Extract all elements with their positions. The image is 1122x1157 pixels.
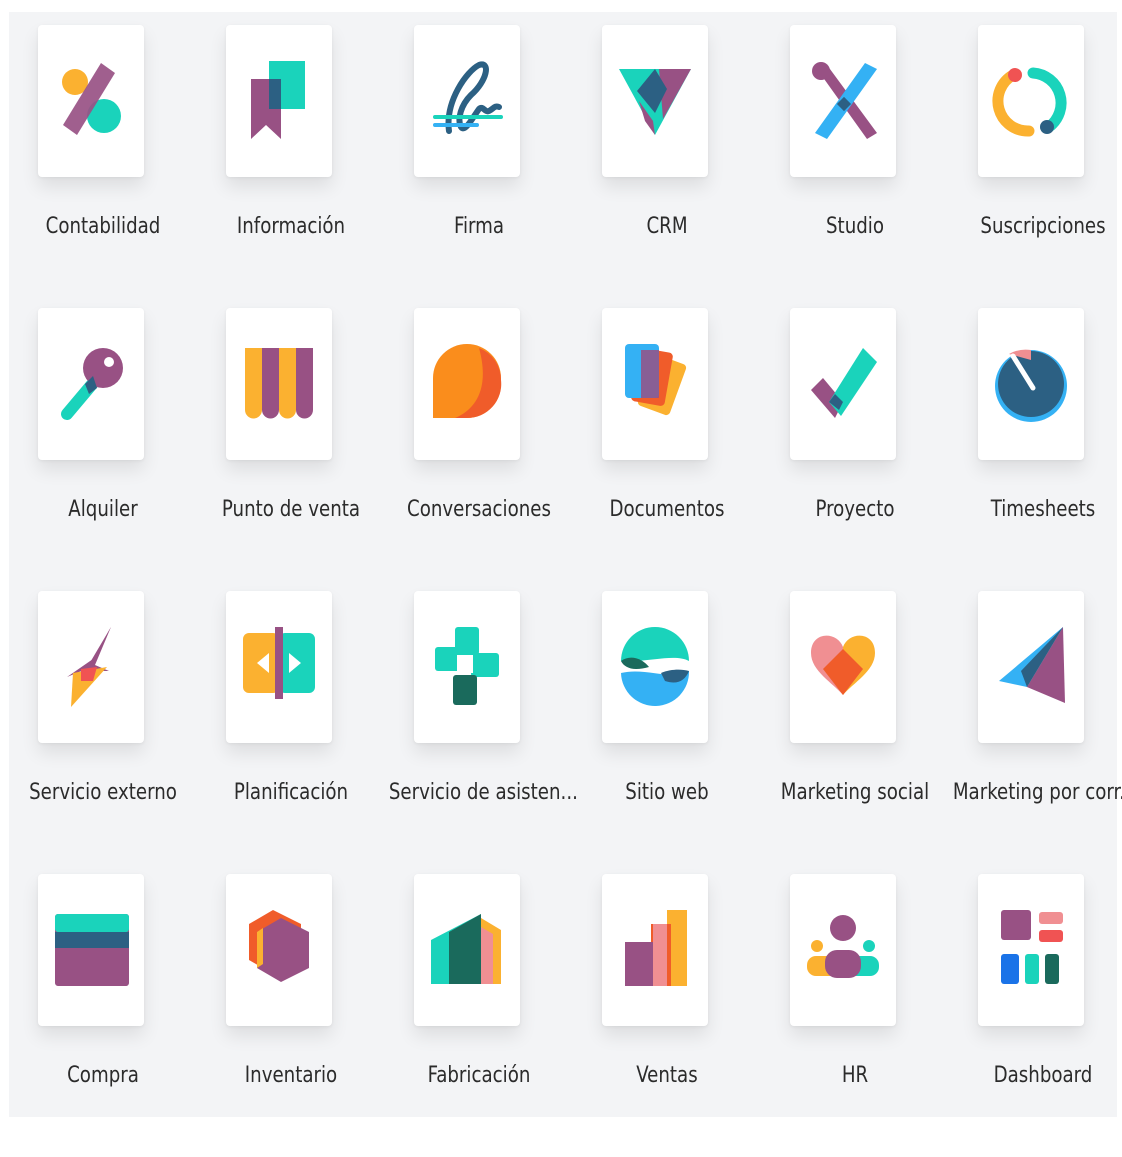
app-fabricacion[interactable]: Fabricación (385, 874, 573, 1157)
app-marketing-por-correo[interactable]: Marketing por corr... (949, 591, 1122, 874)
manufacturing-icon (431, 914, 501, 984)
app-contabilidad[interactable]: Contabilidad (9, 25, 197, 308)
app-label: Sitio web (625, 780, 709, 805)
app-tile[interactable] (38, 874, 144, 1026)
app-label: HR (841, 1063, 869, 1088)
app-label: Marketing por corr... (952, 780, 1122, 805)
app-tile[interactable] (38, 591, 144, 743)
app-label: Servicio externo (29, 780, 177, 805)
app-crm[interactable]: CRM (573, 25, 761, 308)
inventory-icon (249, 910, 309, 982)
app-tile[interactable] (38, 25, 144, 177)
app-conversaciones[interactable]: Conversaciones (385, 308, 573, 591)
app-label: Proyecto (815, 497, 895, 522)
app-label: Suscripciones (980, 214, 1106, 239)
app-tile[interactable] (414, 308, 520, 460)
app-label: Servicio de asisten... (388, 780, 578, 805)
app-tile[interactable] (414, 591, 520, 743)
app-label: Timesheets (990, 497, 1096, 522)
app-marketing-social[interactable]: Marketing social (761, 591, 949, 874)
field-service-icon (67, 627, 111, 707)
project-icon (811, 348, 877, 418)
app-label: Contabilidad (45, 214, 161, 239)
app-tile[interactable] (602, 308, 708, 460)
app-compra[interactable]: Compra (9, 874, 197, 1157)
app-tile[interactable] (790, 591, 896, 743)
app-label: Compra (67, 1063, 139, 1088)
app-sitio-web[interactable]: Sitio web (573, 591, 761, 874)
app-label: Alquiler (68, 497, 138, 522)
app-documentos[interactable]: Documentos (573, 308, 761, 591)
point-of-sale-icon (245, 348, 313, 419)
website-icon (621, 627, 690, 706)
app-label: Punto de venta (221, 497, 361, 522)
app-timesheets[interactable]: Timesheets (949, 308, 1122, 591)
app-tile[interactable] (38, 308, 144, 460)
app-label: Fabricación (427, 1063, 531, 1088)
app-tile[interactable] (226, 591, 332, 743)
app-label: Conversaciones (407, 497, 551, 522)
app-servicio-externo[interactable]: Servicio externo (9, 591, 197, 874)
app-inventario[interactable]: Inventario (197, 874, 385, 1157)
app-tile[interactable] (790, 25, 896, 177)
app-tile[interactable] (602, 591, 708, 743)
app-label: Firma (453, 214, 505, 239)
sales-icon (625, 910, 687, 986)
app-tile[interactable] (414, 874, 520, 1026)
accounting-icon (62, 63, 121, 135)
subscriptions-icon (992, 67, 1067, 137)
documents-icon (625, 344, 687, 416)
timesheets-icon (995, 349, 1067, 422)
app-planificacion[interactable]: Planificación (197, 591, 385, 874)
social-marketing-icon (811, 635, 875, 695)
app-tile[interactable] (414, 25, 520, 177)
app-label: Información (236, 214, 346, 239)
app-tile[interactable] (226, 308, 332, 460)
app-firma[interactable]: Firma (385, 25, 573, 308)
rental-icon (61, 348, 123, 420)
hr-icon (807, 915, 879, 978)
app-tile[interactable] (226, 25, 332, 177)
email-marketing-icon (999, 627, 1065, 703)
app-suscripciones[interactable]: Suscripciones (949, 25, 1122, 308)
knowledge-icon (251, 61, 305, 139)
app-label: CRM (646, 214, 688, 239)
app-label: Inventario (244, 1063, 338, 1088)
studio-icon (812, 62, 877, 139)
app-ventas[interactable]: Ventas (573, 874, 761, 1157)
dashboard-icon (1001, 910, 1063, 984)
planning-icon (243, 627, 315, 699)
app-label: Documentos (609, 497, 725, 522)
app-label: Planificación (233, 780, 349, 805)
purchase-icon (55, 914, 129, 986)
app-informacion[interactable]: Información (197, 25, 385, 308)
discuss-icon (433, 344, 502, 419)
app-tile[interactable] (978, 308, 1084, 460)
app-label: Studio (825, 214, 884, 239)
app-alquiler[interactable]: Alquiler (9, 308, 197, 591)
app-tile[interactable] (790, 308, 896, 460)
app-tile[interactable] (790, 874, 896, 1026)
app-tile[interactable] (978, 874, 1084, 1026)
app-servicio-de-asistencia[interactable]: Servicio de asisten... (385, 591, 578, 874)
app-hr[interactable]: HR (761, 874, 949, 1157)
app-proyecto[interactable]: Proyecto (761, 308, 949, 591)
helpdesk-icon (435, 627, 499, 705)
app-grid: Contabilidad Información Firma CRM Studi… (9, 12, 1122, 1117)
app-label: Ventas (636, 1063, 698, 1088)
app-punto-de-venta[interactable]: Punto de venta (197, 308, 385, 591)
app-label: Marketing social (780, 780, 930, 805)
app-tile[interactable] (226, 874, 332, 1026)
app-tile[interactable] (978, 591, 1084, 743)
crm-icon (619, 69, 691, 135)
app-tile[interactable] (602, 874, 708, 1026)
app-label: Dashboard (993, 1063, 1093, 1088)
sign-icon (433, 61, 503, 134)
app-tile[interactable] (602, 25, 708, 177)
app-studio[interactable]: Studio (761, 25, 949, 308)
app-dashboard[interactable]: Dashboard (949, 874, 1122, 1157)
app-tile[interactable] (978, 25, 1084, 177)
